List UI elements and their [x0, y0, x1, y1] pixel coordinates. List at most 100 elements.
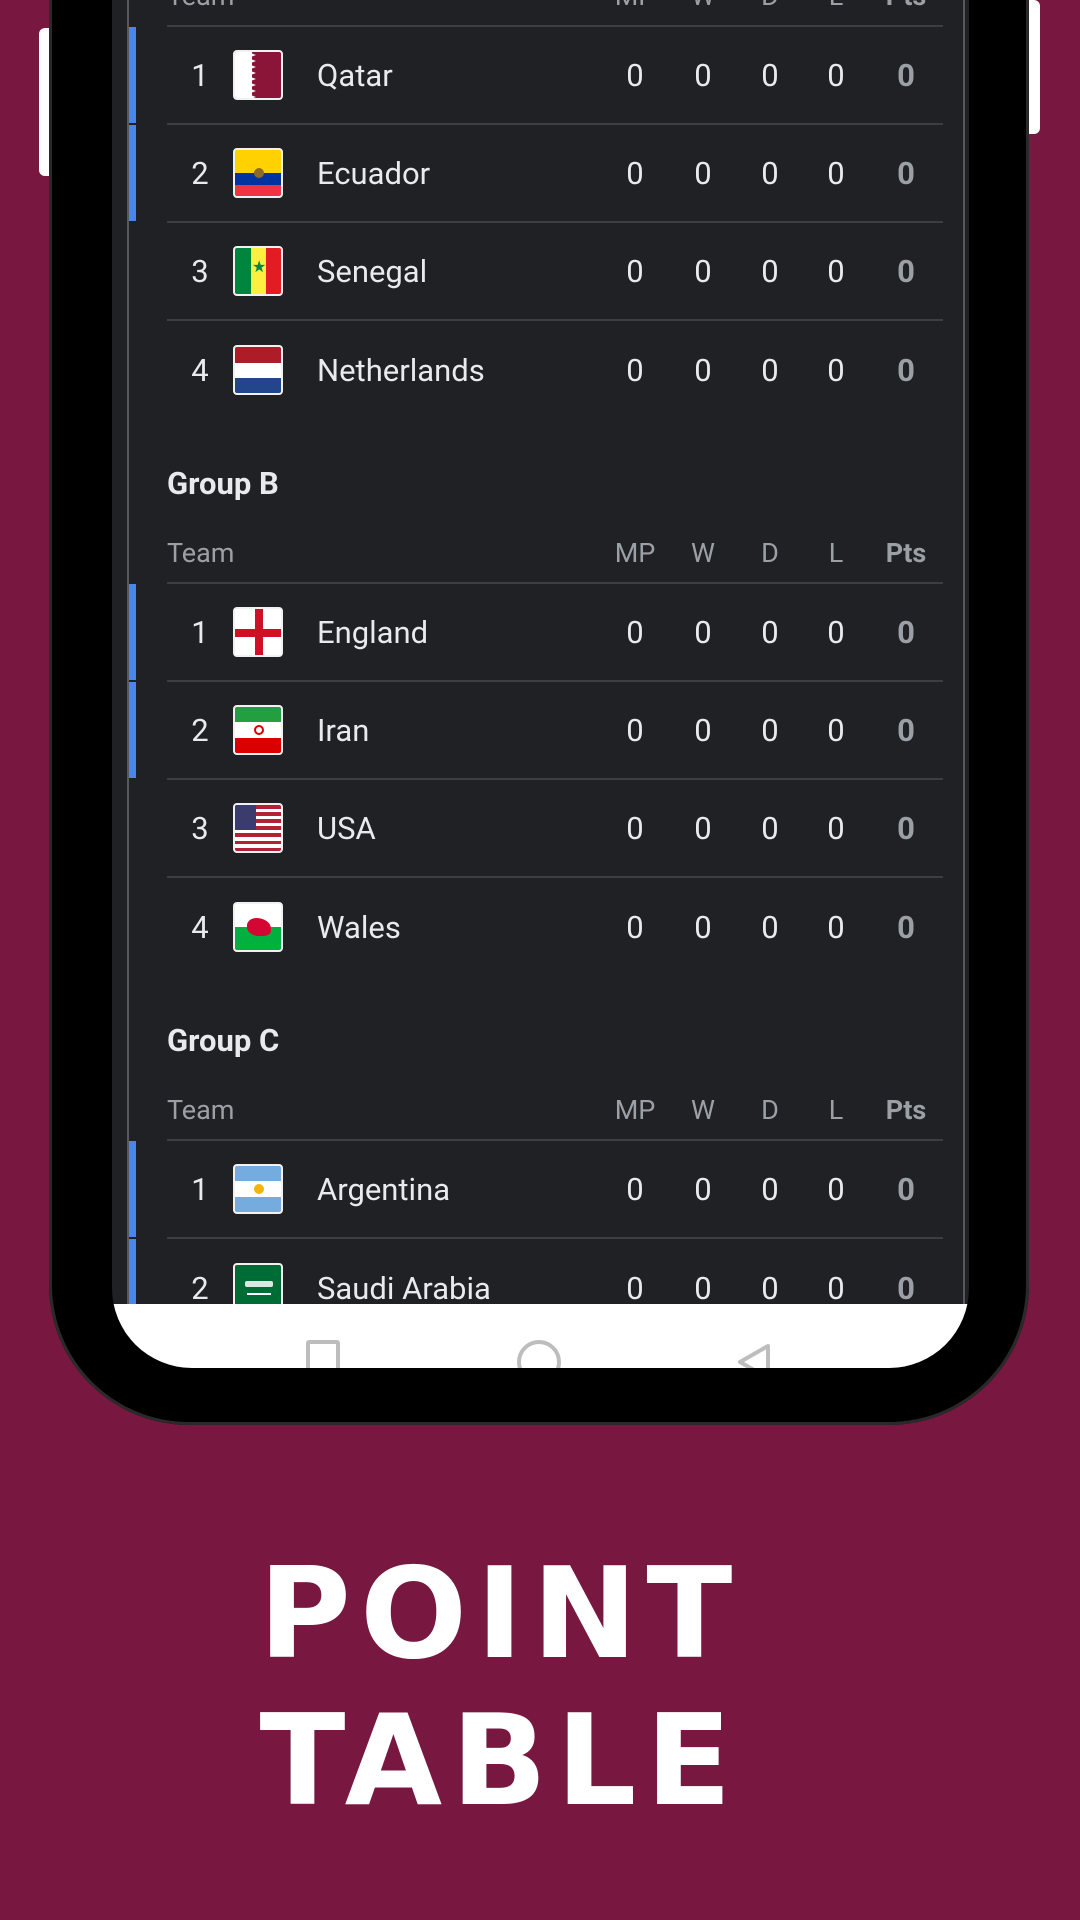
team-name[interactable]: Saudi Arabia — [317, 1270, 601, 1307]
team-name[interactable]: Ecuador — [317, 155, 601, 192]
stat-d: 0 — [761, 809, 779, 847]
stat-d: 0 — [761, 351, 779, 389]
stat-d: 0 — [761, 711, 779, 749]
stat-mp: 0 — [626, 711, 644, 749]
stat-pts: 0 — [897, 711, 915, 749]
table-row[interactable]: 4 Netherlands 0 0 0 0 0 — [167, 321, 943, 419]
table-row[interactable]: 2 Ecuador 0 0 0 0 0 — [129, 125, 943, 223]
stat-l: 0 — [827, 154, 845, 192]
stat-l: 0 — [827, 1269, 845, 1307]
stat-w: 0 — [694, 1170, 712, 1208]
header-team: Team — [167, 0, 383, 12]
stat-mp: 0 — [626, 252, 644, 290]
team-rank: 3 — [191, 252, 209, 290]
team-rank: 2 — [191, 1269, 209, 1307]
qualification-indicator — [129, 584, 136, 680]
header-team: Team — [167, 1094, 235, 1126]
team-name[interactable]: Argentina — [317, 1171, 601, 1208]
header-l: L — [828, 537, 844, 569]
stat-mp: 0 — [626, 908, 644, 946]
qualification-indicator — [129, 1141, 136, 1237]
stat-mp: 0 — [626, 351, 644, 389]
qualification-indicator — [129, 27, 136, 123]
team-rank: 3 — [191, 809, 209, 847]
usa-flag-icon — [233, 803, 283, 853]
stat-pts: 0 — [897, 252, 915, 290]
table-header: TeamMPWDLPts — [167, 0, 943, 27]
table-row[interactable]: 4 Wales 0 0 0 0 0 — [167, 878, 943, 976]
qatar-flag-icon — [233, 50, 283, 100]
stat-d: 0 — [761, 1170, 779, 1208]
team-name[interactable]: USA — [317, 810, 601, 847]
senegal-flag-icon: ★ — [233, 246, 283, 296]
stat-w: 0 — [694, 252, 712, 290]
stat-l: 0 — [827, 1170, 845, 1208]
team-rank: 4 — [191, 351, 209, 389]
stat-l: 0 — [827, 351, 845, 389]
stat-w: 0 — [694, 1269, 712, 1307]
team-name[interactable]: Wales — [317, 909, 601, 946]
header-mp: MP — [614, 1094, 656, 1126]
stat-d: 0 — [761, 154, 779, 192]
stat-l: 0 — [827, 613, 845, 651]
stat-pts: 0 — [897, 908, 915, 946]
ecuador-flag-icon — [233, 148, 283, 198]
stat-w: 0 — [694, 809, 712, 847]
team-rank: 1 — [191, 613, 209, 651]
stat-pts: 0 — [897, 154, 915, 192]
header-l: L — [828, 1094, 844, 1126]
stat-mp: 0 — [626, 613, 644, 651]
header-team: Team — [167, 537, 235, 569]
stat-pts: 0 — [897, 351, 915, 389]
stat-d: 0 — [761, 252, 779, 290]
stat-mp: 0 — [626, 809, 644, 847]
stat-w: 0 — [694, 613, 712, 651]
stat-w: 0 — [694, 351, 712, 389]
header-mp: MP — [601, 0, 669, 12]
header-d: D — [761, 537, 779, 569]
team-rank: 1 — [191, 1170, 209, 1208]
qualification-indicator — [129, 125, 136, 221]
stat-pts: 0 — [897, 1170, 915, 1208]
recent-apps-icon[interactable] — [306, 1340, 340, 1368]
header-d: D — [737, 0, 803, 12]
table-row[interactable]: 1 Argentina 0 0 0 0 0 — [129, 1141, 943, 1239]
android-nav-bar — [112, 1304, 969, 1368]
stat-l: 0 — [827, 908, 845, 946]
netherlands-flag-icon — [233, 345, 283, 395]
team-name[interactable]: England — [317, 614, 601, 651]
team-rank: 2 — [191, 711, 209, 749]
stat-w: 0 — [694, 908, 712, 946]
standings-content[interactable]: Team MP W D L Pts 1 Qatar 0 0 0 0 0 2 Ecuador 0 0 0 0 0 3 ★ Se… — [129, 0, 963, 1337]
header-pts: Pts — [869, 0, 943, 12]
team-rank: 1 — [191, 56, 209, 94]
table-row[interactable]: 3 ★ Senegal 0 0 0 0 0 — [167, 223, 943, 321]
team-name[interactable]: Qatar — [317, 57, 601, 94]
stat-mp: 0 — [626, 1269, 644, 1307]
team-name[interactable]: Senegal — [317, 253, 601, 290]
phone-screen[interactable]: Team MP W D L Pts 1 Qatar 0 0 0 0 0 2 Ecuador 0 0 0 0 0 3 ★ Se… — [112, 0, 969, 1368]
table-row[interactable]: 1 Qatar 0 0 0 0 0 — [129, 27, 943, 125]
stat-d: 0 — [761, 613, 779, 651]
argentina-flag-icon — [233, 1164, 283, 1214]
stat-l: 0 — [827, 809, 845, 847]
table-row[interactable]: 1 England 0 0 0 0 0 — [129, 584, 943, 682]
table-row[interactable]: 3 USA 0 0 0 0 0 — [167, 780, 943, 878]
stat-pts: 0 — [897, 613, 915, 651]
stat-l: 0 — [827, 56, 845, 94]
stat-mp: 0 — [626, 1170, 644, 1208]
header-d: D — [761, 1094, 779, 1126]
team-rank: 4 — [191, 908, 209, 946]
team-name[interactable]: Netherlands — [317, 352, 601, 389]
standings-card: Team MP W D L Pts 1 Qatar 0 0 0 0 0 2 Ecuador 0 0 0 0 0 3 ★ Se… — [127, 0, 965, 1337]
stat-l: 0 — [827, 711, 845, 749]
promo-caption: POINT TABLE — [258, 1540, 742, 1834]
back-icon[interactable] — [734, 1342, 774, 1368]
header-w: W — [691, 1094, 715, 1126]
table-header: TeamMPWDLPts — [167, 524, 943, 584]
team-rank: 2 — [191, 154, 209, 192]
team-name[interactable]: Iran — [317, 712, 601, 749]
home-icon[interactable] — [517, 1340, 561, 1368]
table-row[interactable]: 2 Iran 0 0 0 0 0 — [129, 682, 943, 780]
header-w: W — [691, 537, 715, 569]
